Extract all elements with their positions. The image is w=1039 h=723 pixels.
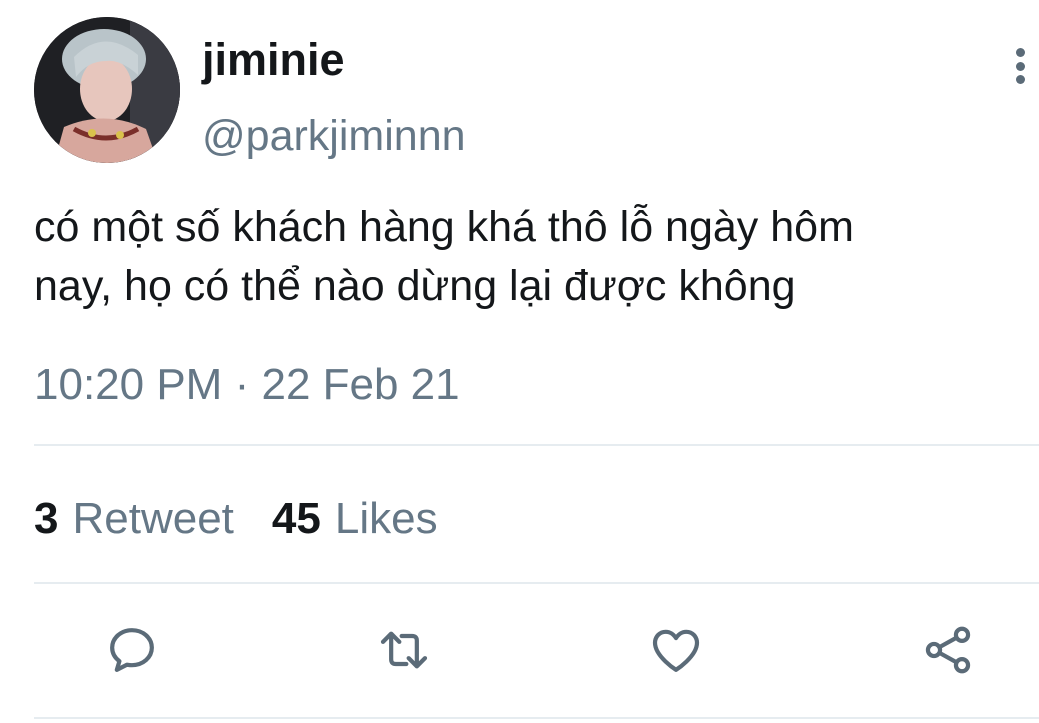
divider [34,717,1039,719]
retweet-button[interactable] [374,620,434,680]
more-dot-icon [1015,75,1025,84]
tweet-text: có một số khách hàng khá thô lỗ ngày hôm… [34,203,854,310]
likes-count: 45 [271,494,321,543]
share-button[interactable] [918,620,978,680]
display-name[interactable]: jiminie [202,34,345,86]
likes-stat[interactable]: 45 Likes [272,492,438,546]
more-options-button[interactable] [1004,44,1036,88]
likes-label: Likes [334,494,438,543]
divider [34,582,1039,584]
avatar[interactable] [34,17,180,163]
tweet-timestamp: 10:20 PM · 22 Feb 21 [34,358,460,412]
retweet-icon [380,631,428,669]
retweets-stat[interactable]: 3 Retweet [34,492,234,546]
like-button[interactable] [646,620,706,680]
heart-icon [652,629,700,672]
retweets-count: 3 [34,494,59,543]
reply-icon [110,628,154,672]
tweet-time: 10:20 PM [34,360,223,409]
tweet-date: 22 Feb 21 [261,360,460,409]
reply-button[interactable] [102,620,162,680]
divider [34,444,1039,446]
user-handle[interactable]: @parkjiminnn [202,111,466,161]
share-icon [925,626,971,674]
avatar-image [34,17,180,163]
more-dot-icon [1015,61,1025,71]
meta-separator: · [234,360,250,409]
retweets-label: Retweet [72,494,234,543]
more-dot-icon [1015,48,1025,57]
tweet-stats: 3 Retweet 45 Likes [34,492,438,546]
